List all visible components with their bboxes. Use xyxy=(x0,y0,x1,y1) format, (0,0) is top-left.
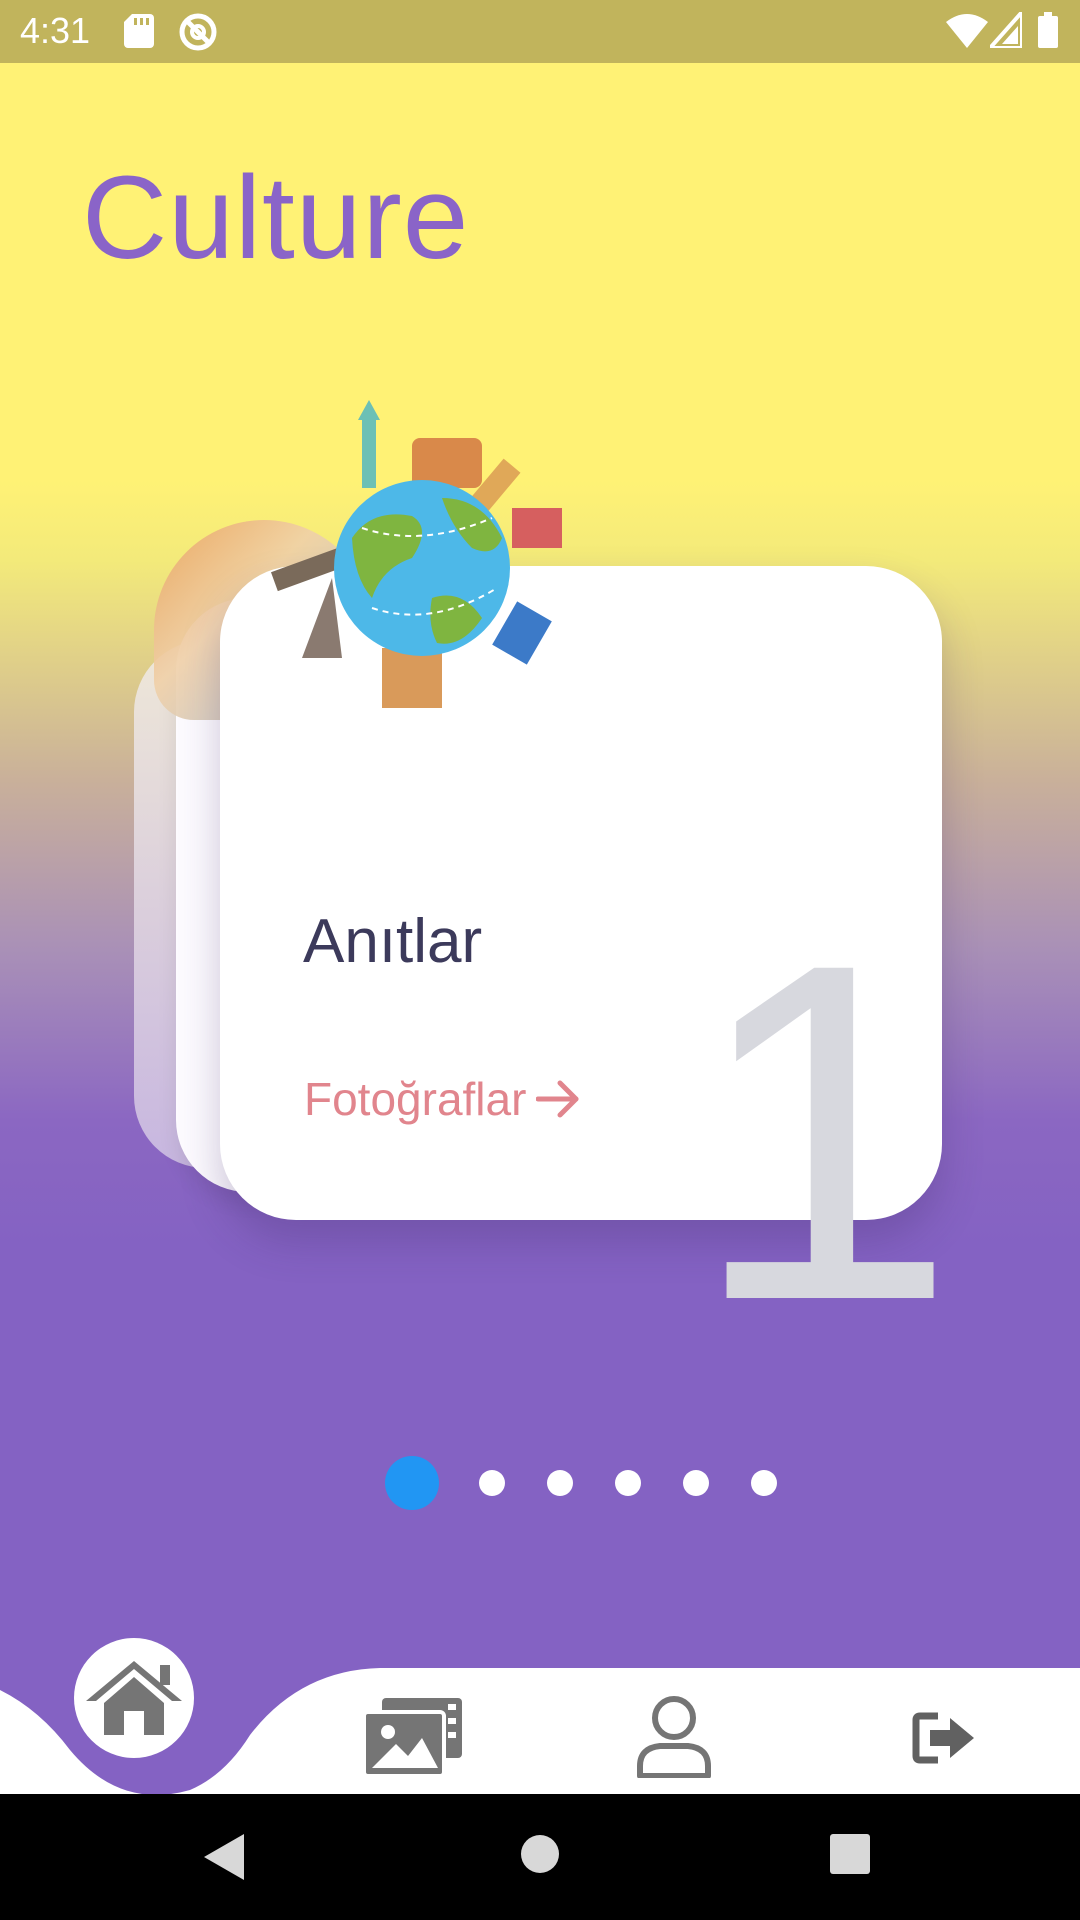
nav-gallery-button[interactable] xyxy=(362,1698,464,1782)
home-circle-icon[interactable] xyxy=(520,1834,560,1874)
logout-icon xyxy=(912,1712,974,1764)
signal-icon xyxy=(990,12,1022,48)
status-bar: 4:31 xyxy=(0,0,1080,63)
arrow-right-icon xyxy=(536,1080,579,1118)
pager-dot[interactable] xyxy=(479,1470,505,1496)
gallery-icon xyxy=(362,1698,462,1778)
bottom-navigation xyxy=(0,1620,1080,1794)
nav-profile-button[interactable] xyxy=(636,1696,712,1782)
photos-link-label: Fotoğraflar xyxy=(304,1073,527,1125)
pager-dot[interactable] xyxy=(751,1470,777,1496)
home-icon xyxy=(86,1661,182,1735)
globe-landmarks-illustration xyxy=(270,400,562,708)
card-number: 1 xyxy=(690,863,957,1400)
page-title: Culture xyxy=(82,152,470,284)
pager-dot-active[interactable] xyxy=(385,1456,439,1510)
sync-off-icon xyxy=(179,13,217,51)
battery-icon xyxy=(1038,12,1058,48)
back-icon[interactable] xyxy=(204,1834,244,1880)
photos-link[interactable]: Fotoğraflar xyxy=(304,1072,582,1126)
nav-home-button[interactable] xyxy=(74,1638,194,1758)
sd-card-icon xyxy=(124,14,154,48)
pager-dots xyxy=(0,1454,1080,1510)
profile-icon xyxy=(637,1696,711,1779)
card-title: Anıtlar xyxy=(303,907,483,976)
system-navigation-bar xyxy=(0,1794,1080,1920)
pager-dot[interactable] xyxy=(547,1470,573,1496)
wifi-icon xyxy=(946,14,988,48)
pager-dot[interactable] xyxy=(683,1470,709,1496)
recents-icon[interactable] xyxy=(830,1834,870,1874)
pager-dot[interactable] xyxy=(615,1470,641,1496)
status-time: 4:31 xyxy=(20,10,91,51)
screen: 4:31 Culture 1 Anıtlar Fotoğraflar xyxy=(0,0,1080,1920)
nav-logout-button[interactable] xyxy=(912,1712,978,1768)
